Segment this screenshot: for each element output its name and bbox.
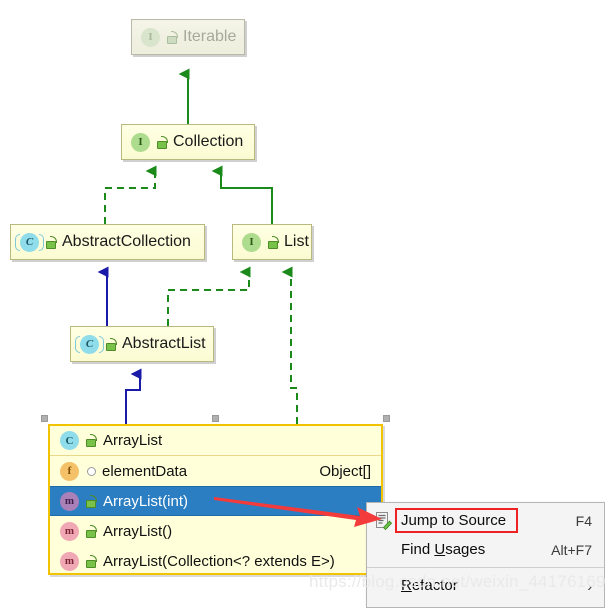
edge-arraylist-to-list <box>281 266 298 424</box>
edge-list-to-collection <box>211 165 273 224</box>
menu-item-jump-to-source[interactable]: Jump to Source F4 <box>367 506 604 535</box>
interface-badge-icon: I <box>131 132 150 152</box>
interface-badge-icon: I <box>242 232 261 252</box>
member-type: Object[] <box>319 462 371 480</box>
field-badge-icon: f <box>60 461 79 481</box>
menu-item-find-usages[interactable]: Find Usages Alt+F7 <box>367 535 604 564</box>
jump-to-source-icon <box>376 512 393 530</box>
uml-node-label: Collection <box>173 133 244 150</box>
edge-abstractlist-to-list <box>167 266 251 326</box>
uml-node-label: List <box>284 233 309 250</box>
context-menu[interactable]: Jump to Source F4 Find Usages Alt+F7 Ref… <box>366 502 605 608</box>
abstract-class-badge-icon: C <box>15 232 44 252</box>
menu-separator <box>367 567 604 568</box>
watermark-text: https://blog.csdn.net/weixin_44176169 <box>309 572 605 591</box>
public-unlock-icon <box>86 524 97 538</box>
method-badge-icon: m <box>60 491 79 511</box>
selection-handle-top-center[interactable] <box>212 415 219 422</box>
menu-item-label: Find Usages <box>401 541 486 558</box>
public-unlock-icon <box>167 30 178 44</box>
uml-node-label: AbstractCollection <box>62 233 191 250</box>
uml-diagram-canvas[interactable]: I Iterable I Collection C AbstractCollec… <box>0 0 605 608</box>
selection-handle-top-right[interactable] <box>383 415 390 422</box>
member-label: elementData <box>102 462 188 480</box>
public-unlock-icon <box>157 135 168 149</box>
arraylist-class-name: ArrayList <box>103 432 163 449</box>
uml-node-abstractcollection[interactable]: C AbstractCollection <box>10 224 205 260</box>
arraylist-member-row-elementdata[interactable]: f elementData Object[] <box>50 456 381 486</box>
edge-arraylist-to-abstractlist <box>125 368 142 424</box>
edge-abstractcollection-to-collection <box>104 165 157 224</box>
arraylist-header-row[interactable]: C ArrayList <box>50 426 381 456</box>
uml-node-arraylist[interactable]: C ArrayList f elementData Object[] m Arr… <box>48 424 383 575</box>
public-unlock-icon <box>106 337 117 351</box>
method-badge-icon: m <box>60 521 79 541</box>
uml-node-collection[interactable]: I Collection <box>121 124 255 160</box>
arraylist-member-row-arraylist-collection[interactable]: m ArrayList(Collection<? extends E>) <box>50 546 381 573</box>
arraylist-member-row-arraylist-int[interactable]: m ArrayList(int) <box>50 486 381 516</box>
public-unlock-icon <box>86 434 97 447</box>
public-unlock-icon <box>268 235 279 249</box>
uml-node-label: AbstractList <box>122 335 206 352</box>
public-unlock-icon <box>86 494 97 508</box>
package-private-dot-icon <box>87 466 96 476</box>
uml-node-iterable[interactable]: I Iterable <box>131 19 245 55</box>
abstract-class-badge-icon: C <box>75 334 104 354</box>
public-unlock-icon <box>46 235 57 249</box>
menu-item-shortcut: F4 <box>575 512 592 529</box>
class-badge-icon: C <box>60 431 79 450</box>
uml-node-list[interactable]: I List <box>232 224 312 260</box>
menu-item-label: Jump to Source <box>401 512 507 529</box>
menu-item-shortcut: Alt+F7 <box>551 541 592 558</box>
public-unlock-icon <box>86 554 97 568</box>
method-badge-icon: m <box>60 551 79 571</box>
selection-handle-top-left[interactable] <box>41 415 48 422</box>
uml-node-abstractlist[interactable]: C AbstractList <box>70 326 214 362</box>
member-label: ArrayList(Collection<? extends E>) <box>103 552 335 570</box>
uml-node-label: Iterable <box>183 28 237 45</box>
member-label: ArrayList() <box>103 522 173 540</box>
arraylist-member-row-arraylist-noargs[interactable]: m ArrayList() <box>50 516 381 546</box>
interface-badge-icon: I <box>141 27 160 47</box>
member-label: ArrayList(int) <box>103 492 189 510</box>
